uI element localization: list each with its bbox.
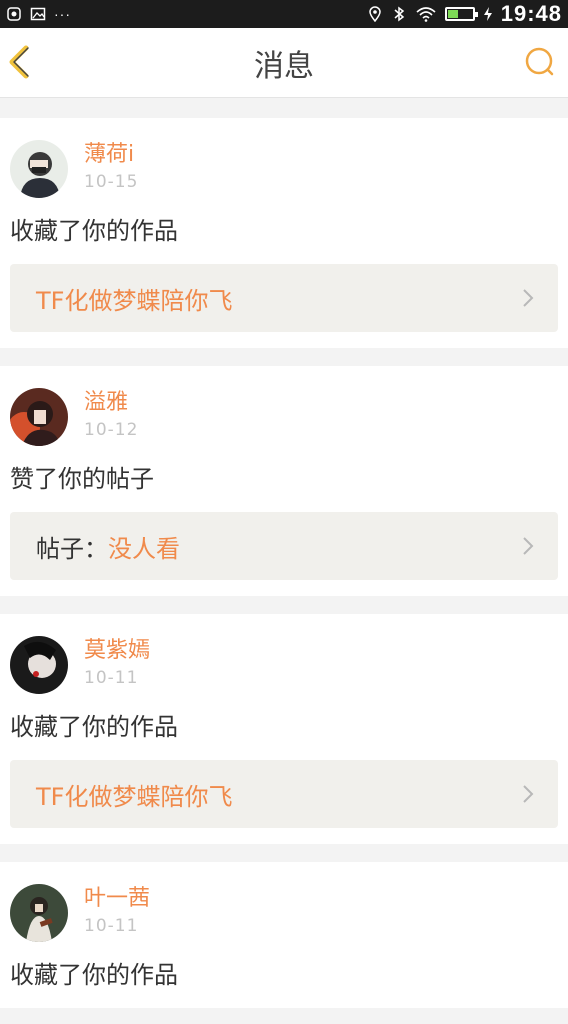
chevron-right-icon: [522, 536, 534, 556]
user-meta: 薄荷i 10-15: [84, 140, 138, 194]
message-date: 10-11: [84, 668, 139, 688]
back-button[interactable]: [4, 42, 38, 82]
avatar[interactable]: [10, 140, 68, 198]
message-card: 叶一茜 10-11 收藏了你的作品: [0, 862, 568, 1008]
search-button[interactable]: [520, 42, 560, 82]
user-row: 莫紫嫣 10-11: [10, 636, 558, 694]
chevron-right-icon: [522, 288, 534, 308]
ref-title: 没人看: [108, 534, 180, 563]
username[interactable]: 溢雅: [84, 388, 138, 418]
ref-label: 帖子：: [36, 534, 108, 563]
user-row: 薄荷i 10-15: [10, 140, 558, 198]
action-text: 赞了你的帖子: [10, 465, 154, 493]
location-icon: [367, 6, 383, 23]
avatar[interactable]: [10, 884, 68, 942]
avatar[interactable]: [10, 636, 68, 694]
ref-title: TF化做梦蝶陪你飞: [36, 782, 233, 811]
referenced-work[interactable]: TF化做梦蝶陪你飞: [10, 760, 558, 828]
battery-icon: [444, 7, 478, 21]
bluetooth-icon: [391, 6, 407, 22]
action-text: 收藏了你的作品: [10, 713, 178, 741]
clock: 19:48: [500, 1, 562, 26]
wifi-icon: [415, 6, 437, 22]
ref-title: TF化做梦蝶陪你飞: [36, 286, 233, 315]
referenced-post[interactable]: 帖子： 没人看: [10, 512, 558, 580]
page-title: 消息: [254, 48, 314, 84]
user-row: 溢雅 10-12: [10, 388, 558, 446]
user-meta: 叶一茜 10-11: [84, 884, 150, 938]
username[interactable]: 薄荷i: [84, 140, 138, 170]
image-icon: [30, 6, 46, 22]
user-meta: 莫紫嫣 10-11: [84, 636, 150, 690]
referenced-work[interactable]: TF化做梦蝶陪你飞: [10, 264, 558, 332]
search-icon: [520, 47, 560, 86]
more-notifications-icon: ···: [54, 6, 71, 22]
avatar[interactable]: [10, 388, 68, 446]
user-meta: 溢雅 10-12: [84, 388, 138, 442]
notification-app-icon: [6, 6, 22, 22]
status-bar: ··· 19:48: [0, 0, 568, 28]
action-text: 收藏了你的作品: [10, 217, 178, 245]
message-card: 薄荷i 10-15 收藏了你的作品 TF化做梦蝶陪你飞: [0, 118, 568, 348]
top-bar: 消息: [0, 28, 568, 98]
chevron-left-icon: [4, 45, 38, 86]
charging-icon: [483, 6, 493, 22]
message-card: 溢雅 10-12 赞了你的帖子 帖子： 没人看: [0, 366, 568, 596]
message-card: 莫紫嫣 10-11 收藏了你的作品 TF化做梦蝶陪你飞: [0, 614, 568, 844]
username[interactable]: 莫紫嫣: [84, 636, 150, 666]
username[interactable]: 叶一茜: [84, 884, 150, 914]
message-list: 薄荷i 10-15 收藏了你的作品 TF化做梦蝶陪你飞 溢雅 10-12 赞了你…: [0, 98, 568, 1008]
message-date: 10-15: [84, 172, 139, 192]
action-text: 收藏了你的作品: [10, 961, 178, 989]
message-date: 10-11: [84, 916, 139, 936]
chevron-right-icon: [522, 784, 534, 804]
status-left: ···: [6, 6, 71, 22]
message-date: 10-12: [84, 420, 139, 440]
user-row: 叶一茜 10-11: [10, 884, 558, 942]
status-right: 19:48: [367, 1, 562, 27]
